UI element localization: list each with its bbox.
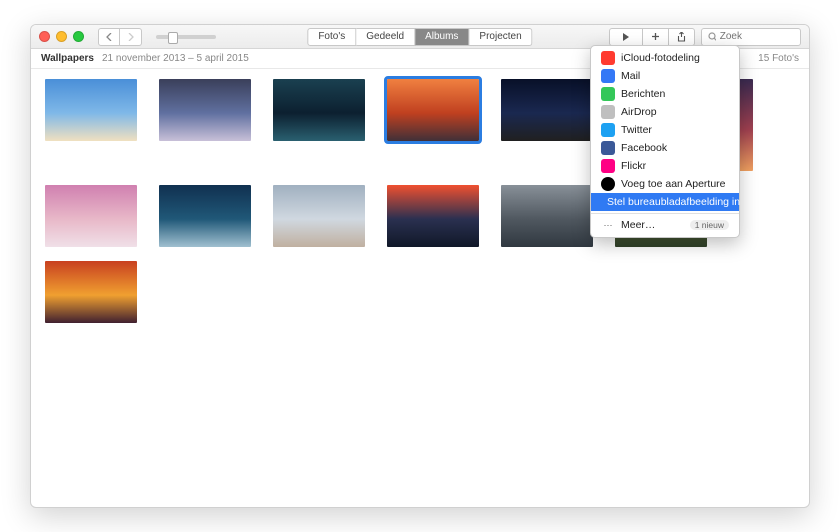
window-controls bbox=[39, 31, 84, 42]
share-button[interactable] bbox=[669, 28, 695, 46]
add-button[interactable] bbox=[643, 28, 669, 46]
service-icon bbox=[601, 123, 615, 137]
forward-button[interactable] bbox=[120, 28, 142, 46]
tab-projects[interactable]: Projecten bbox=[469, 28, 532, 46]
search-icon bbox=[708, 32, 716, 41]
share-menu-item[interactable]: Mail bbox=[591, 67, 739, 85]
thumbnail[interactable] bbox=[159, 79, 251, 141]
album-date-range: 21 november 2013 – 5 april 2015 bbox=[102, 53, 249, 64]
tab-shared[interactable]: Gedeeld bbox=[356, 28, 415, 46]
nav-back-forward bbox=[98, 28, 142, 46]
more-icon: ⋯ bbox=[601, 218, 615, 232]
menu-item-label: Mail bbox=[621, 70, 640, 82]
share-menu-item-highlighted[interactable]: Stel bureaubladafbeelding in bbox=[591, 193, 739, 211]
thumbnail[interactable] bbox=[45, 261, 137, 323]
share-menu-item[interactable]: Facebook bbox=[591, 139, 739, 157]
zoom-slider[interactable] bbox=[156, 35, 216, 39]
share-menu-item[interactable]: iCloud-fotodeling bbox=[591, 49, 739, 67]
thumbnail[interactable] bbox=[501, 185, 593, 247]
share-menu-item[interactable]: Twitter bbox=[591, 121, 739, 139]
share-menu-more[interactable]: ⋯ Meer… 1 nieuw bbox=[591, 213, 739, 234]
album-title: Wallpapers bbox=[41, 53, 94, 64]
zoom-icon[interactable] bbox=[73, 31, 84, 42]
toolbar-right bbox=[609, 28, 801, 46]
tab-albums[interactable]: Albums bbox=[415, 28, 469, 46]
new-badge: 1 nieuw bbox=[690, 220, 729, 230]
service-icon bbox=[601, 141, 615, 155]
menu-item-label: Voeg toe aan Aperture bbox=[621, 178, 726, 190]
share-menu-item[interactable]: Flickr bbox=[591, 157, 739, 175]
service-icon bbox=[601, 69, 615, 83]
service-icon bbox=[601, 159, 615, 173]
close-icon[interactable] bbox=[39, 31, 50, 42]
share-menu: iCloud-fotodeling Mail Berichten AirDrop Twi… bbox=[590, 45, 740, 238]
share-menu-item[interactable]: Berichten bbox=[591, 85, 739, 103]
tab-photos[interactable]: Foto's bbox=[307, 28, 356, 46]
menu-item-label: AirDrop bbox=[621, 106, 657, 118]
play-button[interactable] bbox=[609, 28, 643, 46]
thumbnail[interactable] bbox=[159, 185, 251, 247]
menu-item-label: Facebook bbox=[621, 142, 667, 154]
menu-item-label: Berichten bbox=[621, 88, 665, 100]
thumbnail[interactable] bbox=[387, 185, 479, 247]
menu-item-label: Meer… bbox=[621, 219, 655, 231]
share-menu-item[interactable]: AirDrop bbox=[591, 103, 739, 121]
thumbnail[interactable] bbox=[45, 79, 137, 141]
menu-item-label: Flickr bbox=[621, 160, 646, 172]
search-input[interactable] bbox=[720, 31, 794, 42]
minimize-icon[interactable] bbox=[56, 31, 67, 42]
service-icon bbox=[601, 177, 615, 191]
view-tabs: Foto's Gedeeld Albums Projecten bbox=[307, 28, 532, 46]
thumbnail[interactable] bbox=[45, 185, 137, 247]
service-icon bbox=[601, 87, 615, 101]
service-icon bbox=[601, 51, 615, 65]
photo-count: 15 Foto's bbox=[758, 53, 799, 64]
thumbnail[interactable] bbox=[273, 185, 365, 247]
search-field[interactable] bbox=[701, 28, 801, 46]
back-button[interactable] bbox=[98, 28, 120, 46]
thumbnail[interactable] bbox=[273, 79, 365, 141]
menu-item-label: iCloud-fotodeling bbox=[621, 52, 700, 64]
service-icon bbox=[601, 105, 615, 119]
menu-item-label: Stel bureaubladafbeelding in bbox=[607, 196, 740, 208]
thumbnail[interactable] bbox=[387, 79, 479, 141]
share-menu-item[interactable]: Voeg toe aan Aperture bbox=[591, 175, 739, 193]
thumbnail[interactable] bbox=[501, 79, 593, 141]
menu-item-label: Twitter bbox=[621, 124, 652, 136]
